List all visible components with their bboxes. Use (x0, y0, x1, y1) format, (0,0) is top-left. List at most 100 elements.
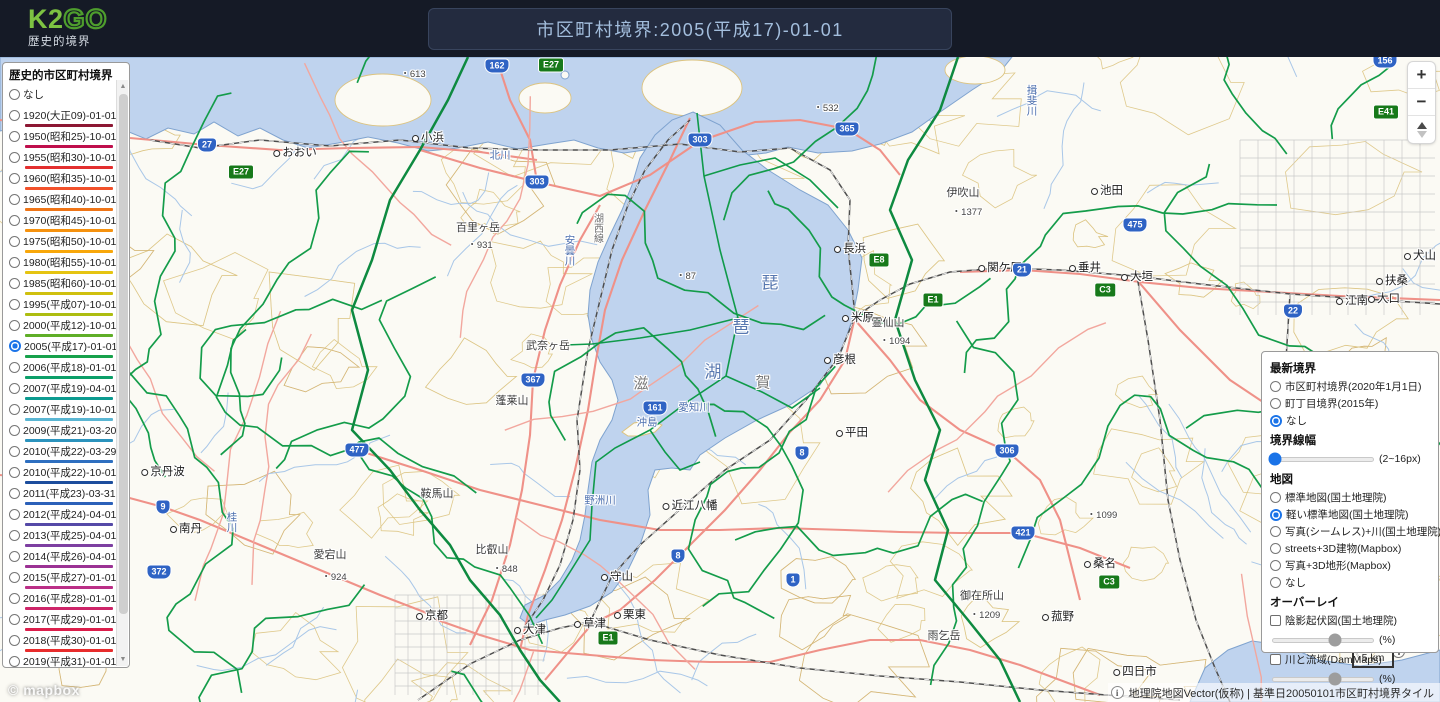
radio-icon[interactable] (1270, 560, 1281, 571)
radio-icon[interactable] (1270, 577, 1281, 588)
overlay-slider-1-thumb[interactable] (1328, 672, 1342, 686)
era-option-label: 1920(大正09)-01-01 (23, 109, 117, 122)
era-option[interactable]: 2009(平成21)-03-20 (9, 422, 116, 442)
era-option[interactable]: 1920(大正09)-01-01 (9, 107, 117, 127)
overlay-slider-0-thumb[interactable] (1328, 633, 1342, 647)
radio-icon[interactable] (9, 466, 20, 478)
overlay-slider-0-track[interactable] (1272, 633, 1374, 647)
radio-icon[interactable] (9, 550, 20, 562)
era-option[interactable]: 2016(平成28)-01-01 (9, 590, 116, 610)
radio-icon[interactable] (1270, 508, 1282, 521)
era-option[interactable]: 1955(昭和30)-10-01 (9, 149, 116, 169)
era-option[interactable]: 2006(平成18)-01-01 (9, 359, 116, 379)
radio-icon[interactable] (9, 592, 20, 604)
radio-icon[interactable] (9, 634, 20, 646)
radio-icon[interactable] (9, 298, 20, 310)
era-option[interactable]: 2018(平成30)-01-01 (9, 632, 116, 652)
era-option[interactable]: 2007(平成19)-10-01 (9, 401, 116, 421)
radio-icon[interactable] (9, 613, 20, 625)
latest-boundary-option[interactable]: 市区町村境界(2020年1月1日) (1270, 378, 1430, 395)
era-option[interactable]: 2005(平成17)-01-01 (9, 338, 117, 358)
basemap-option[interactable]: 写真(シームレス)+川(国土地理院) (1270, 523, 1440, 540)
era-option[interactable]: 1960(昭和35)-10-01 (9, 170, 116, 190)
line-width-thumb[interactable] (1268, 452, 1282, 466)
basemap-option[interactable]: なし (1270, 574, 1430, 591)
era-option[interactable]: 1970(昭和45)-10-01 (9, 212, 116, 232)
map-label: 南丹 (170, 520, 202, 536)
latest-boundary-option[interactable]: なし (1270, 412, 1430, 429)
radio-icon[interactable] (9, 361, 20, 373)
era-option[interactable]: 1985(昭和60)-10-01 (9, 275, 116, 295)
era-option[interactable]: 2007(平成19)-04-01 (9, 380, 116, 400)
radio-icon[interactable] (9, 256, 20, 268)
era-option[interactable]: なし (9, 86, 115, 106)
radio-icon[interactable] (9, 193, 20, 205)
basemap-option[interactable]: 標準地図(国土地理院) (1270, 489, 1430, 506)
radio-icon[interactable] (1270, 414, 1282, 427)
map-canvas[interactable]: 小浜 おおい 京丹波 南丹 京都 大津 草津 栗東 守山 近江八幡 彦根 米原 長浜 平田 関ケ原 垂井 大垣池… (0, 57, 1440, 702)
radio-icon[interactable] (9, 382, 20, 394)
basemap-option[interactable]: 写真+3D地形(Mapbox) (1270, 557, 1430, 574)
era-scrollbar[interactable]: ▲ ▼ (116, 80, 128, 666)
latest-boundary-option[interactable]: 町丁目境界(2015年) (1270, 395, 1430, 412)
radio-icon[interactable] (9, 319, 20, 331)
era-option[interactable]: 1965(昭和40)-10-01 (9, 191, 116, 211)
zoom-in-button[interactable]: + (1408, 62, 1435, 89)
era-option[interactable]: 2014(平成26)-04-01 (9, 548, 116, 568)
scroll-down-icon[interactable]: ▼ (117, 653, 129, 666)
era-option[interactable]: 1950(昭和25)-10-01 (9, 128, 116, 148)
overlay-slider-1-track[interactable] (1272, 672, 1374, 686)
scroll-up-icon[interactable]: ▲ (117, 80, 129, 93)
radio-icon[interactable] (9, 487, 20, 499)
radio-icon[interactable] (9, 571, 20, 583)
overlay-option[interactable]: 川と流域(DamMaps) (1270, 651, 1430, 668)
era-option[interactable]: 1975(昭和50)-10-01 (9, 233, 116, 253)
radio-icon[interactable] (9, 88, 20, 100)
zoom-out-button[interactable]: − (1408, 89, 1435, 116)
era-option[interactable]: 2012(平成24)-04-01 (9, 506, 116, 526)
radio-icon[interactable] (9, 403, 20, 415)
radio-icon[interactable] (1270, 543, 1281, 554)
radio-icon[interactable] (1270, 381, 1281, 392)
era-option[interactable]: 2010(平成22)-03-29 (9, 443, 116, 463)
era-option[interactable]: 2010(平成22)-10-01 (9, 464, 116, 484)
radio-icon[interactable] (9, 424, 20, 436)
radio-icon[interactable] (9, 529, 20, 541)
radio-icon[interactable] (1270, 398, 1281, 409)
mapbox-watermark[interactable]: © mapbox (8, 682, 80, 698)
line-width-track[interactable] (1268, 452, 1374, 466)
radio-icon[interactable] (9, 508, 20, 520)
radio-icon[interactable] (9, 235, 20, 247)
era-color-bar (25, 586, 113, 589)
info-icon[interactable]: i (1110, 686, 1124, 699)
era-option[interactable]: 1995(平成07)-10-01 (9, 296, 116, 316)
checkbox-icon[interactable] (1270, 654, 1281, 665)
radio-icon[interactable] (9, 130, 20, 142)
radio-icon[interactable] (9, 109, 20, 121)
scroll-thumb[interactable] (118, 94, 128, 614)
radio-icon[interactable] (9, 214, 20, 226)
radio-icon[interactable] (9, 277, 20, 289)
radio-icon[interactable] (9, 445, 20, 457)
era-option[interactable]: 2019(平成31)-01-01 (9, 653, 116, 667)
era-option[interactable]: 2013(平成25)-04-01 (9, 527, 116, 547)
logo[interactable]: K2GO 歴史的境界 (28, 4, 108, 49)
compass-button[interactable] (1408, 116, 1435, 143)
checkbox-icon[interactable] (1270, 615, 1281, 626)
basemap-option[interactable]: 軽い標準地図(国土地理院) (1270, 506, 1430, 523)
basemap-option-label: 写真(シームレス)+川(国土地理院) (1285, 526, 1440, 538)
radio-icon[interactable] (9, 172, 20, 184)
era-option[interactable]: 2015(平成27)-01-01 (9, 569, 116, 589)
basemap-option[interactable]: streets+3D建物(Mapbox) (1270, 540, 1430, 557)
era-option[interactable]: 1980(昭和55)-10-01 (9, 254, 116, 274)
era-option[interactable]: 2017(平成29)-01-01 (9, 611, 116, 631)
era-option[interactable]: 2011(平成23)-03-31 (9, 485, 116, 505)
radio-icon[interactable] (9, 340, 21, 352)
era-color-bar (25, 334, 113, 337)
radio-icon[interactable] (9, 151, 20, 163)
radio-icon[interactable] (1270, 526, 1281, 537)
radio-icon[interactable] (1270, 492, 1281, 503)
overlay-option[interactable]: 陰影起伏図(国土地理院) (1270, 612, 1430, 629)
era-option[interactable]: 2000(平成12)-10-01 (9, 317, 116, 337)
radio-icon[interactable] (9, 655, 20, 667)
